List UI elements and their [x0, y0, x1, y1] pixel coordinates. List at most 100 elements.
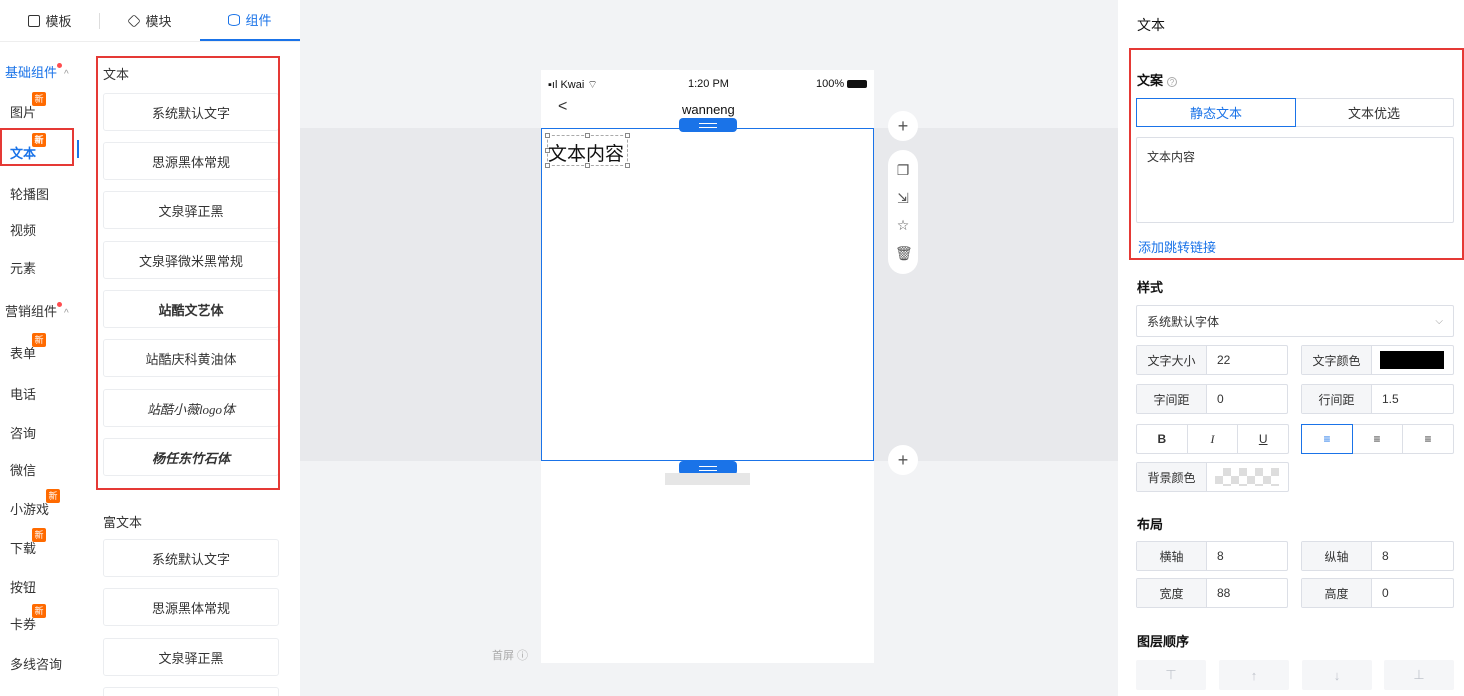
dot-icon: [57, 302, 63, 307]
highlight-box: [96, 56, 280, 490]
bg-color-field[interactable]: 背景颜色: [1136, 462, 1289, 492]
color-swatch[interactable]: [1380, 351, 1444, 369]
new-badge: 新: [32, 604, 46, 618]
transparent-swatch[interactable]: [1215, 468, 1279, 486]
resize-handle[interactable]: [625, 163, 630, 168]
module-icon: [127, 13, 142, 28]
page-title: wanneng: [682, 102, 735, 117]
template-icon: [28, 14, 41, 27]
left-panel: 模板 模块 组件 基础组件 ^ 图片新 文本新 轮播图 视频 元素 营销组件 ^ 表…: [0, 0, 300, 696]
new-badge: 新: [46, 489, 60, 503]
richtext-font-item[interactable]: 思源黑体常规: [103, 588, 279, 626]
phone-navbar: < wanneng: [541, 98, 874, 120]
first-screen-label: 首屏 ⓘ: [492, 650, 529, 662]
trash-icon[interactable]: 🗑: [895, 245, 913, 262]
layer-order-label: 图层顺序: [1137, 634, 1190, 649]
category-video[interactable]: 视频: [10, 220, 36, 239]
group-marketing[interactable]: 营销组件 ^: [5, 301, 69, 320]
mode-text-optimize[interactable]: 文本优选: [1295, 99, 1453, 126]
category-download[interactable]: 下载新: [10, 528, 46, 557]
back-icon[interactable]: <: [558, 98, 567, 116]
star-icon[interactable]: ☆: [895, 217, 911, 234]
tab-component[interactable]: 组件: [200, 0, 300, 41]
module-toolbar: ❐ ⇲ ☆ 🗑: [888, 150, 918, 274]
category-coupon[interactable]: 卡券新: [10, 604, 46, 633]
category-consult[interactable]: 咨询: [10, 423, 36, 442]
new-badge: 新: [32, 92, 46, 106]
category-wechat[interactable]: 微信: [10, 460, 36, 479]
align-center-icon[interactable]: ≡: [1352, 425, 1403, 453]
category-button[interactable]: 按钮: [10, 577, 36, 596]
status-bar: ▪ıl Kwai ⌔ 1:20 PM 100%: [541, 78, 874, 92]
copy-label: 文案?: [1137, 70, 1178, 89]
copy-textarea[interactable]: 文本内容: [1136, 137, 1454, 223]
richtext-font-item[interactable]: 系统默认文字: [103, 539, 279, 577]
dot-icon: [57, 63, 63, 68]
battery-status: 100%: [816, 78, 868, 90]
align-right-icon[interactable]: ≡: [1403, 425, 1453, 453]
font-color-field[interactable]: 文字颜色: [1301, 345, 1454, 375]
tab-template[interactable]: 模板: [0, 0, 100, 41]
move-down-icon[interactable]: ⇲: [895, 190, 911, 207]
copy-icon[interactable]: ❐: [895, 162, 911, 179]
section-title-richtext: 富文本: [103, 515, 143, 530]
style-label: 样式: [1137, 280, 1164, 295]
chevron-up-icon: ^: [64, 308, 69, 319]
add-link[interactable]: 添加跳转链接: [1138, 237, 1216, 256]
properties-panel: 文本 文案? 静态文本 文本优选 文本内容 添加跳转链接 样式 系统默认字体 ⌵…: [1118, 0, 1464, 696]
component-icon: [228, 13, 241, 26]
underline-button[interactable]: U: [1238, 425, 1288, 453]
align-left-icon[interactable]: ≡: [1301, 424, 1353, 454]
resize-handle[interactable]: [545, 133, 550, 138]
x-field[interactable]: 横轴 8: [1136, 541, 1288, 571]
bring-forward-icon[interactable]: ↑: [1219, 660, 1289, 690]
blurred-content: [665, 473, 750, 485]
y-field[interactable]: 纵轴 8: [1301, 541, 1454, 571]
font-size-field[interactable]: 文字大小 22: [1136, 345, 1288, 375]
category-element[interactable]: 元素: [10, 258, 36, 277]
letter-spacing-field[interactable]: 字间距 0: [1136, 384, 1288, 414]
layout-label: 布局: [1137, 517, 1164, 532]
send-backward-icon[interactable]: ↓: [1302, 660, 1372, 690]
bold-button[interactable]: B: [1137, 425, 1188, 453]
group-basic[interactable]: 基础组件 ^: [5, 62, 69, 81]
richtext-font-item[interactable]: 文泉驿正黑: [103, 638, 279, 676]
panel-title: 文本: [1137, 17, 1165, 33]
category-multiline-consult[interactable]: 多线咨询: [10, 654, 62, 673]
height-field[interactable]: 高度 0: [1301, 578, 1454, 608]
send-to-bottom-icon[interactable]: ⊥: [1384, 660, 1454, 690]
text-align-group: ≡ ≡ ≡: [1301, 424, 1454, 454]
battery-icon: [847, 80, 868, 89]
highlight-box: [0, 128, 74, 166]
category-minigame[interactable]: 小游戏新: [10, 489, 60, 518]
panel-tabs: 模板 模块 组件: [0, 0, 300, 42]
italic-button[interactable]: I: [1188, 425, 1239, 453]
font-select[interactable]: 系统默认字体 ⌵: [1136, 305, 1454, 337]
chevron-down-icon: ⌵: [1435, 315, 1443, 327]
add-module-button[interactable]: +: [888, 445, 918, 475]
help-icon[interactable]: ?: [1167, 76, 1178, 87]
tab-module[interactable]: 模块: [100, 0, 200, 41]
text-element[interactable]: 文本内容: [548, 139, 624, 166]
add-module-button[interactable]: +: [888, 111, 918, 141]
richtext-font-item[interactable]: [103, 687, 279, 696]
text-format-group: B I U: [1136, 424, 1289, 454]
mode-static-text[interactable]: 静态文本: [1136, 98, 1296, 127]
category-phone[interactable]: 电话: [10, 384, 36, 403]
chevron-up-icon: ^: [64, 69, 69, 80]
carrier: ▪ıl Kwai ⌔: [548, 79, 598, 91]
clock: 1:20 PM: [688, 78, 729, 90]
resize-handle[interactable]: [625, 133, 630, 138]
bring-to-top-icon[interactable]: ⊤: [1136, 660, 1206, 690]
selected-module[interactable]: [541, 128, 874, 461]
new-badge: 新: [32, 528, 46, 542]
category-image[interactable]: 图片新: [10, 92, 46, 121]
new-badge: 新: [32, 333, 46, 347]
resize-handle[interactable]: [585, 133, 590, 138]
copy-mode-toggle: 静态文本 文本优选: [1136, 98, 1454, 127]
line-height-field[interactable]: 行间距 1.5: [1301, 384, 1454, 414]
active-indicator: [77, 140, 79, 158]
width-field[interactable]: 宽度 88: [1136, 578, 1288, 608]
category-carousel[interactable]: 轮播图: [10, 184, 49, 203]
category-form[interactable]: 表单新: [10, 333, 46, 362]
